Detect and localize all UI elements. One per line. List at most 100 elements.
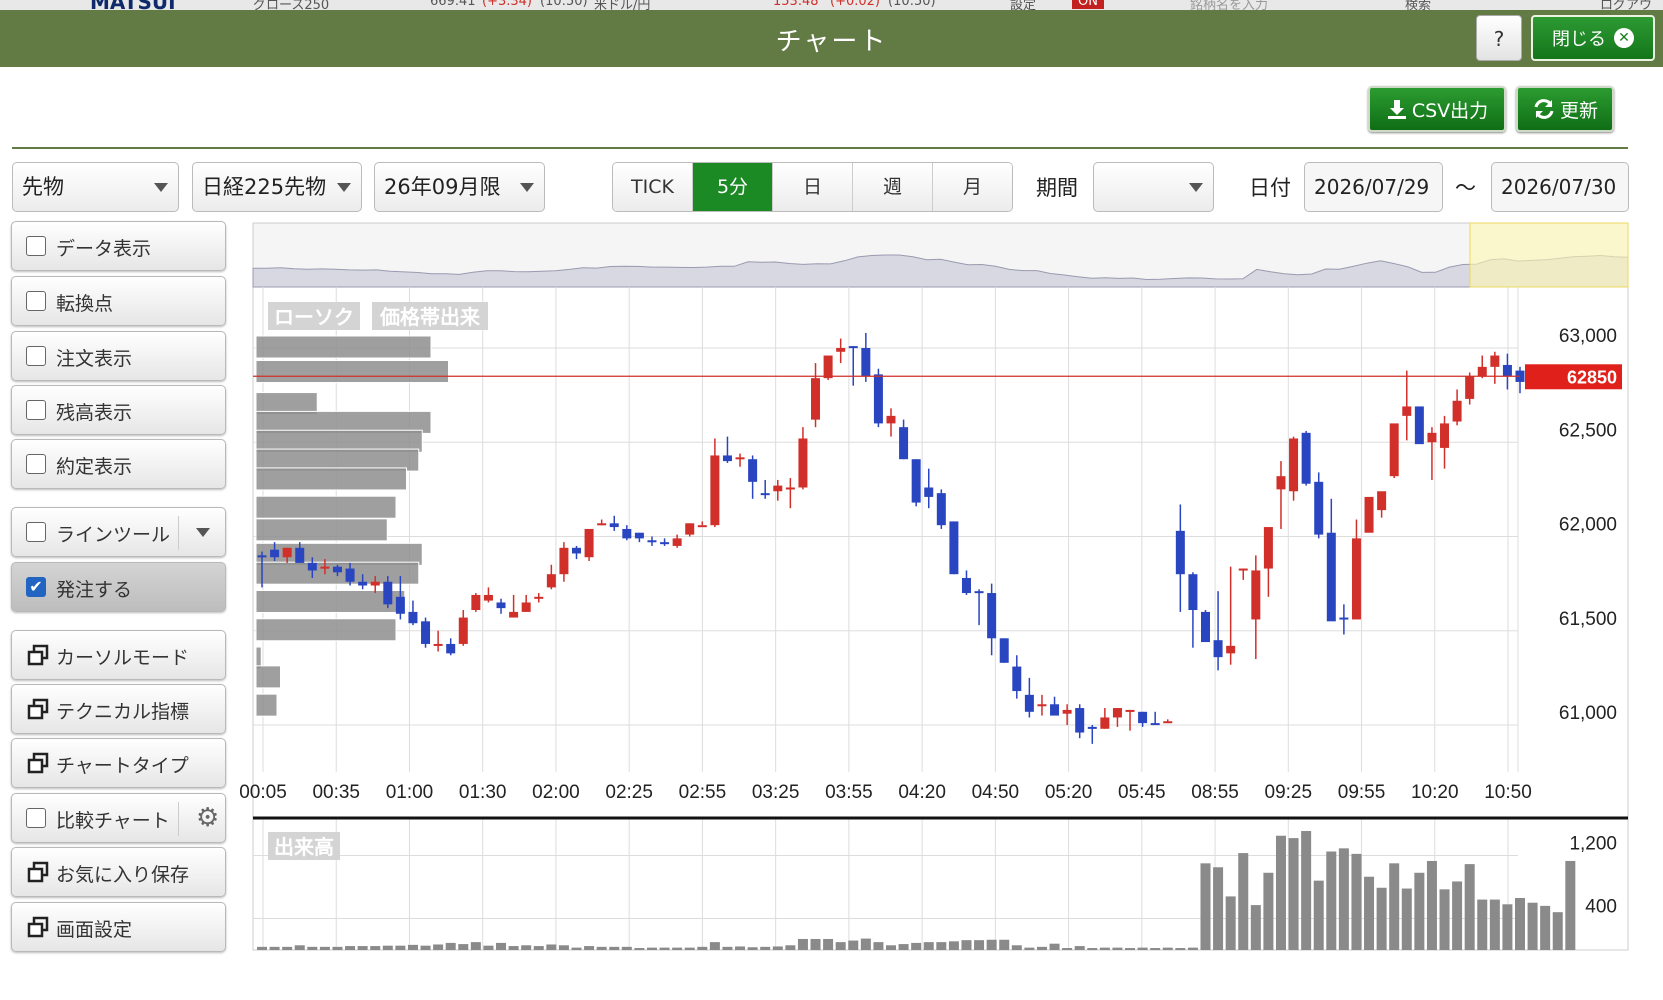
candle-body (1125, 709, 1135, 712)
volume-bar (1326, 851, 1337, 950)
current-price-label: 62850 (1567, 367, 1617, 387)
volume-bar (646, 947, 657, 950)
volume-bar (747, 947, 758, 950)
candle-body (936, 493, 946, 526)
overview-range-selector[interactable] (1469, 222, 1629, 288)
volume-bar (1313, 880, 1324, 950)
volume-bar (407, 944, 418, 950)
candle-body (295, 547, 305, 563)
candle-body (710, 455, 720, 526)
volume-bar (1162, 947, 1173, 950)
volume-bar (1175, 948, 1186, 950)
candle-body (999, 638, 1009, 663)
candle-body (1100, 717, 1110, 729)
volume-bar (1552, 912, 1563, 950)
volume-bar (257, 946, 267, 950)
volume-profile-bar (255, 495, 397, 519)
pane-label: ローソク (274, 305, 354, 329)
chart-frame (252, 222, 1629, 951)
volume-bar (433, 944, 444, 950)
candle-body (773, 485, 783, 492)
candle-body (823, 355, 833, 379)
volume-bar (974, 940, 985, 950)
volume-profile-bar (255, 693, 278, 717)
volume-bar (1426, 860, 1437, 950)
volume-bar (760, 946, 771, 950)
x-tick-label: 04:20 (898, 782, 946, 803)
candle-body (634, 532, 644, 539)
volume-profile-bar (255, 467, 407, 491)
candle-body (1188, 574, 1198, 611)
volume-bar (445, 942, 456, 950)
volume-bar (697, 946, 708, 950)
volume-bar (1540, 905, 1551, 950)
volume-bar (483, 945, 494, 950)
candle-body (1050, 704, 1060, 716)
volume-bar (873, 942, 884, 950)
candle-body (1414, 406, 1424, 445)
volume-bar (860, 938, 871, 950)
candle-body (1138, 711, 1148, 724)
candle-body (307, 562, 317, 571)
candle-body (395, 596, 405, 614)
volume-bar (1389, 863, 1400, 950)
volume-bar (1024, 947, 1035, 950)
candle-body (320, 566, 330, 569)
volume-bar (1376, 887, 1387, 950)
volume-bar (332, 946, 343, 950)
x-tick-label: 01:00 (386, 782, 434, 803)
volume-bar (1288, 838, 1299, 950)
volume-bar (558, 945, 569, 950)
candle-body (471, 594, 481, 611)
volume-bar (458, 944, 469, 950)
price-chart[interactable]: 61,000 61,500 62,000 62,500 63,000 ローソク 価格帯出来 6… (0, 0, 1663, 1000)
volume-bar (1150, 948, 1161, 950)
candle-body (961, 577, 971, 594)
candle-body (1175, 530, 1185, 575)
candle-body (1364, 496, 1374, 533)
x-tick-label: 05:45 (1118, 782, 1166, 803)
candle-body (370, 581, 380, 586)
volume-bar (948, 941, 959, 950)
candle-body (1226, 645, 1236, 654)
x-tick-label: 02:55 (679, 782, 727, 803)
volume-bar (1338, 848, 1349, 950)
candle-body (446, 643, 456, 654)
volume-bar (1011, 945, 1022, 950)
volume-bar (911, 942, 922, 950)
candle-body (421, 621, 431, 644)
candle-body (1502, 364, 1512, 377)
candle-body (1301, 432, 1311, 484)
x-tick-label: 00:35 (312, 782, 360, 803)
y-tick-label: 61,000 (1559, 703, 1617, 724)
volume-bar (1515, 897, 1525, 950)
candle-body (270, 549, 280, 558)
candle-body (1037, 704, 1047, 707)
volume-bar (999, 939, 1010, 950)
candle-body (1238, 568, 1248, 571)
candle-body (622, 528, 632, 539)
candle-body (672, 538, 682, 546)
x-tick-label: 02:00 (532, 782, 580, 803)
x-tick-label: 03:25 (752, 782, 800, 803)
candle-body (949, 521, 959, 575)
volume-bar (294, 945, 305, 950)
candle-body (899, 427, 909, 460)
y-tick-label: 61,500 (1559, 609, 1617, 630)
candle-body (722, 455, 732, 462)
candle-body (836, 348, 846, 352)
candle-body (383, 581, 393, 605)
volume-bar (1414, 872, 1425, 950)
candle-body (1402, 406, 1412, 416)
candle-body (974, 591, 984, 594)
volume-bar (1489, 899, 1500, 950)
candle-body (1251, 570, 1261, 620)
volume-profile-bar (255, 618, 397, 642)
volume-bar (634, 948, 645, 950)
volume-profile-bar (255, 518, 388, 542)
x-tick-label: 02:25 (605, 782, 653, 803)
candle-body (861, 348, 871, 377)
volume-bar (1225, 896, 1236, 950)
volume-bar (596, 946, 607, 950)
volume-bar (1187, 947, 1198, 950)
